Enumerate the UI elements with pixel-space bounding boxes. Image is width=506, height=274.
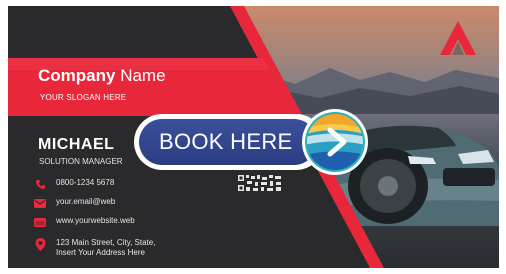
qr-code-icon <box>237 174 283 192</box>
brand-logo-icon <box>440 21 476 55</box>
person-name: MICHAEL <box>38 136 115 153</box>
address-text: 123 Main Street, City, State, Insert Your… <box>56 238 156 257</box>
contact-email: your.email@web <box>34 197 115 209</box>
location-pin-icon <box>34 237 46 251</box>
book-button-body: BOOK HERE <box>139 119 317 165</box>
contact-website: www.yourwebsite.web <box>34 216 135 228</box>
contact-phone: 0800-1234 5678 <box>34 178 114 190</box>
phone-icon <box>34 178 46 190</box>
book-button-label: BOOK HERE <box>159 129 293 154</box>
person-role: SOLUTION MANAGER <box>39 157 123 166</box>
web-icon <box>34 216 46 228</box>
contact-address: 123 Main Street, City, State, Insert Your… <box>34 237 156 258</box>
website-text: www.yourwebsite.web <box>56 216 135 225</box>
email-icon <box>34 197 46 209</box>
phone-text: 0800-1234 5678 <box>56 178 115 187</box>
book-here-button[interactable]: BOOK HERE <box>134 108 370 176</box>
email-text: your.email@web <box>56 197 116 206</box>
chevron-right-icon <box>302 109 368 175</box>
company-name: Company Name <box>38 66 166 85</box>
company-slogan: YOUR SLOGAN HERE <box>40 93 127 102</box>
